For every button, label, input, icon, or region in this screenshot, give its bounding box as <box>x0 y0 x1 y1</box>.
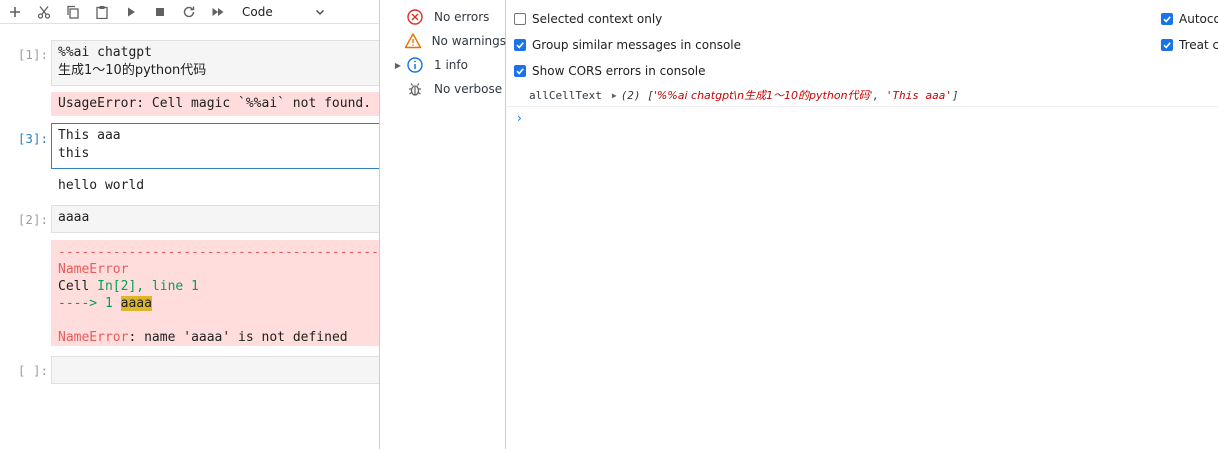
checkmark-icon <box>516 68 524 75</box>
group-similar-checkbox[interactable]: Group similar messages in console <box>514 38 741 52</box>
expand-arrow-icon[interactable]: ▶ <box>391 61 405 70</box>
interrupt-kernel-button[interactable] <box>145 1 174 23</box>
array-item: '%%ai chatgpt\n生成1～10的python代码' <box>653 89 873 102</box>
checkbox-checked[interactable] <box>1161 39 1173 51</box>
fast-forward-icon <box>212 7 223 16</box>
log-array-preview[interactable]: (2) ['%%ai chatgpt\n生成1～10的python代码', 'T… <box>621 87 959 103</box>
stop-icon <box>155 7 164 16</box>
traceback-cell-ref: In[2], line 1 <box>97 279 199 294</box>
copy-icon <box>66 5 79 19</box>
cell-editor[interactable]: %%ai chatgpt 生成1～10的python代码 <box>51 40 380 86</box>
checkbox-checked[interactable] <box>514 39 526 51</box>
cut-cell-button[interactable] <box>29 1 58 23</box>
traceback-cell-prefix: Cell <box>58 279 98 294</box>
paste-cell-button[interactable] <box>87 1 116 23</box>
traceback-message-text: : name 'aaaa' is not defined <box>128 330 348 345</box>
checkbox-checked[interactable] <box>514 65 526 77</box>
devtools-console: No errors No warnings ▶ 1 info No verbos… <box>379 0 1218 449</box>
console-settings: Selected context only Group similar mess… <box>506 0 1218 84</box>
error-text: UsageError: Cell magic `%%ai` not found. <box>58 96 372 111</box>
sidebar-item-label: 1 info <box>434 58 468 72</box>
sidebar-item-info[interactable]: ▶ 1 info <box>380 53 506 77</box>
refresh-icon <box>183 6 194 17</box>
run-all-button[interactable] <box>203 1 232 23</box>
code-line: 生成1～10的python代码 <box>58 63 207 78</box>
code-cell-2[interactable]: [3]: This aaa this hello world <box>0 123 380 198</box>
console-input[interactable]: › <box>506 108 1218 128</box>
array-length: (2) <box>620 89 641 102</box>
traceback-message: NameError: name 'aaaa' is not defined <box>58 329 373 346</box>
cell-error-output: UsageError: Cell magic `%%ai` not found. <box>51 92 380 116</box>
cell-type-value: Code <box>242 4 273 19</box>
sidebar-item-warnings[interactable]: No warnings <box>380 29 506 53</box>
copy-cell-button[interactable] <box>58 1 87 23</box>
checkmark-icon <box>1163 42 1171 49</box>
code-line: %%ai chatgpt <box>58 45 152 60</box>
cell-editor[interactable]: This aaa this <box>51 123 380 169</box>
selected-context-checkbox[interactable]: Selected context only <box>514 12 662 26</box>
notebook-toolbar: Code <box>0 0 380 24</box>
insert-cell-button[interactable] <box>0 1 29 23</box>
console-prompt-chevron-icon: › <box>517 111 522 125</box>
checkbox-label: Selected context only <box>532 12 663 26</box>
sidebar-item-label: No verbose <box>434 82 503 96</box>
autocomplete-checkbox[interactable]: Autoco <box>1161 12 1218 26</box>
cell-editor[interactable]: aaaa <box>51 205 380 233</box>
cors-errors-checkbox[interactable]: Show CORS errors in console <box>514 64 706 78</box>
error-circle-icon <box>407 9 423 25</box>
traceback-arrow: ----> 1 <box>58 296 121 311</box>
plus-icon <box>9 6 20 17</box>
traceback-separator: ----------------------------------------… <box>58 245 380 260</box>
expand-arrow-icon[interactable]: ▶ <box>612 91 617 100</box>
treat-code-checkbox[interactable]: Treat co <box>1161 38 1218 52</box>
traceback-location: Cell In[2], line 1 <box>58 278 373 295</box>
cell-prompt: [1]: <box>17 47 48 62</box>
cell-prompt: [3]: <box>17 131 48 146</box>
scissors-icon <box>37 5 50 19</box>
cell-editor[interactable] <box>51 356 380 384</box>
checkbox-checked[interactable] <box>1161 13 1173 25</box>
bug-icon <box>409 83 421 96</box>
chevron-down-icon <box>316 9 324 15</box>
traceback-code-line: ----> 1 aaaa <box>58 295 373 312</box>
code-cell-4[interactable]: [ ]: <box>0 356 380 386</box>
checkbox-label: Autoco <box>1179 12 1218 26</box>
sidebar-item-label: No warnings <box>431 34 506 48</box>
log-label: allCellText <box>529 88 602 102</box>
clipboard-icon <box>95 5 108 19</box>
notebook-panel: Code [1]: %%ai chatgpt 生成1～10的python代码 Us… <box>0 0 380 449</box>
restart-kernel-button[interactable] <box>174 1 203 23</box>
sidebar-item-errors[interactable]: No errors <box>380 5 506 29</box>
console-sidebar: No errors No warnings ▶ 1 info No verbos… <box>380 0 506 449</box>
checkmark-icon <box>1163 16 1171 23</box>
warning-triangle-icon <box>405 33 422 49</box>
cell-prompt: [ ]: <box>17 363 48 378</box>
sidebar-item-label: No errors <box>434 10 490 24</box>
traceback-blank: ​ <box>58 312 373 329</box>
play-icon <box>127 7 135 16</box>
checkbox-label: Treat co <box>1179 38 1218 52</box>
cell-traceback-output: ----------------------------------------… <box>51 240 380 346</box>
traceback-exception-name: NameError <box>58 262 129 277</box>
output-text: hello world <box>58 178 145 193</box>
cell-type-select[interactable]: Code <box>238 2 326 22</box>
code-cell-1[interactable]: [1]: %%ai chatgpt 生成1～10的python代码 UsageEr… <box>0 40 380 116</box>
code-line: This aaa <box>58 128 121 143</box>
traceback-highlighted-code: aaaa <box>120 296 152 311</box>
sidebar-item-verbose[interactable]: No verbose <box>380 77 506 101</box>
traceback-message-name: NameError <box>58 330 129 345</box>
checkmark-icon <box>516 42 524 49</box>
code-cell-3[interactable]: [2]: aaaa ------------------------------… <box>0 205 380 347</box>
cell-prompt: [2]: <box>17 212 48 227</box>
cell-stream-output: hello world <box>51 174 380 196</box>
code-line: this <box>58 146 90 161</box>
checkbox-unchecked[interactable] <box>514 13 526 25</box>
checkbox-label: Group similar messages in console <box>532 38 741 52</box>
console-log-entry[interactable]: allCellText ▶ (2) ['%%ai chatgpt\n生成1～10… <box>506 84 1218 107</box>
code-line: aaaa <box>58 210 90 225</box>
info-circle-icon <box>407 57 423 73</box>
checkbox-label: Show CORS errors in console <box>532 64 706 78</box>
array-item: 'This aaa' <box>885 89 953 102</box>
run-cell-button[interactable] <box>116 1 145 23</box>
